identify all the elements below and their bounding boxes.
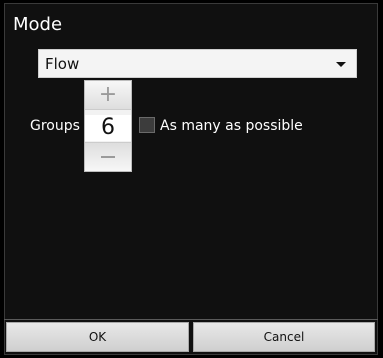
- chevron-down-icon: [336, 62, 346, 67]
- mode-select-value: Flow: [45, 55, 80, 73]
- as-many-as-possible-label[interactable]: As many as possible: [160, 118, 303, 134]
- mode-select[interactable]: Flow: [38, 49, 357, 78]
- screen: Mode Flow Groups + 6 As many as possible…: [0, 0, 383, 358]
- decrement-button[interactable]: [85, 142, 131, 171]
- minus-icon: [101, 156, 115, 158]
- mode-dialog: Mode Flow: [4, 3, 378, 355]
- groups-value[interactable]: 6: [85, 115, 131, 141]
- as-many-as-possible-checkbox[interactable]: [139, 117, 155, 133]
- dialog-title: Mode: [13, 14, 63, 35]
- button-bar: OK Cancel: [4, 319, 378, 355]
- ok-button[interactable]: OK: [6, 322, 189, 352]
- plus-icon: +: [98, 82, 118, 107]
- groups-stepper[interactable]: + 6: [84, 80, 132, 172]
- increment-button[interactable]: +: [85, 81, 131, 110]
- cancel-button[interactable]: Cancel: [193, 322, 375, 352]
- groups-label: Groups: [30, 118, 80, 134]
